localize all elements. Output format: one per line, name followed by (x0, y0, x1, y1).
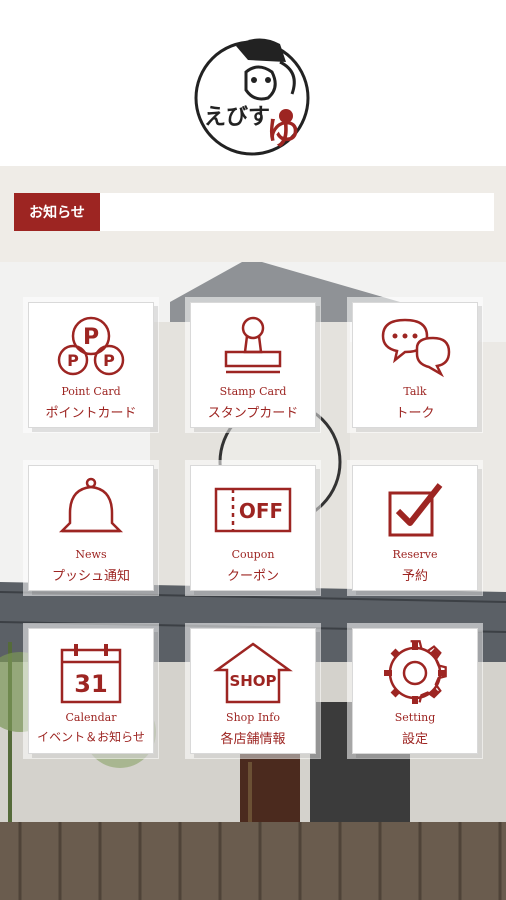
point-card-button[interactable]: P P P Point Card ポイントカード (28, 302, 154, 428)
shop-info-button[interactable]: SHOP Shop Info 各店舗情報 (190, 628, 316, 754)
setting-button[interactable]: Setting 設定 (352, 628, 478, 754)
stamp-card-button[interactable]: Stamp Card スタンプカード (190, 302, 316, 428)
svg-text:OFF: OFF (239, 499, 283, 523)
calendar-button[interactable]: 31 Calendar イベント＆お知らせ (28, 628, 154, 754)
tile-label-en: Point Card (61, 385, 121, 398)
svg-text:31: 31 (74, 670, 107, 698)
tile-label-en: News (75, 548, 107, 561)
bell-icon (58, 477, 124, 533)
news-button[interactable]: News プッシュ通知 (28, 465, 154, 591)
news-label: お知らせ (14, 193, 100, 231)
shop-icon: SHOP (213, 642, 293, 704)
tile-label-en: Coupon (231, 548, 275, 561)
stamp-icon (224, 316, 282, 374)
point-card-icon: P P P (57, 316, 125, 376)
reserve-button[interactable]: Reserve 予約 (352, 465, 478, 591)
chat-bubbles-icon (381, 318, 451, 378)
tile-label-jp: 予約 (401, 569, 428, 584)
coupon-button[interactable]: OFF Coupon クーポン (190, 465, 316, 591)
talk-button[interactable]: Talk トーク (352, 302, 478, 428)
tile-label-jp: イベント＆お知らせ (37, 730, 145, 744)
svg-text:SHOP: SHOP (229, 672, 276, 690)
tile-label-jp: プッシュ通知 (51, 569, 130, 584)
tile-label-en: Setting (394, 711, 436, 724)
tile-label-en: Shop Info (226, 711, 280, 724)
calendar-icon: 31 (60, 644, 122, 704)
tile-label-jp: ポイントカード (45, 406, 137, 421)
checkbox-icon (388, 483, 443, 537)
tile-label-jp: 設定 (401, 732, 428, 747)
tile-label-en: Reserve (392, 548, 438, 561)
tile-label-jp: スタンプカード (207, 406, 299, 421)
svg-text:P: P (67, 351, 79, 370)
svg-text:P: P (103, 351, 115, 370)
tile-label-jp: トーク (395, 406, 435, 421)
gear-icon (384, 640, 447, 704)
brand-logo: えびす ゆ (188, 32, 318, 162)
tile-label-en: Calendar (65, 711, 117, 724)
app-header: えびす ゆ (0, 0, 506, 166)
tile-label-jp: 各店舗情報 (220, 732, 286, 747)
tile-label-en: Talk (403, 385, 427, 398)
coupon-off-icon: OFF (214, 487, 292, 533)
tile-label-en: Stamp Card (219, 385, 287, 398)
tile-label-jp: クーポン (226, 569, 279, 584)
svg-text:P: P (83, 325, 99, 350)
svg-text:えびす: えびす (204, 104, 270, 130)
